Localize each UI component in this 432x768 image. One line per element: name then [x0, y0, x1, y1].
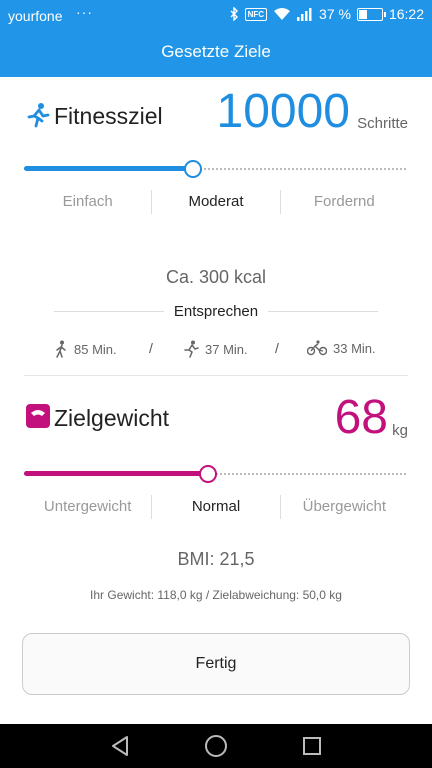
- recents-icon[interactable]: [297, 732, 327, 760]
- cycling-minutes: 33 Min.: [333, 340, 376, 356]
- carrier-name: yourfone: [8, 8, 63, 24]
- weight-slider-thumb[interactable]: [199, 465, 218, 483]
- section-divider: [24, 375, 408, 376]
- status-bar: yourfone ··· NFC 37 % 16:22: [0, 0, 432, 32]
- fitness-slider-thumb[interactable]: [183, 160, 202, 178]
- equivalent-heading: Entsprechen: [24, 300, 408, 322]
- navigation-bar: [0, 724, 432, 768]
- separator: /: [149, 340, 153, 356]
- fitness-goal-label: Fitnessziel: [54, 103, 163, 129]
- page-title: Gesetzte Ziele: [161, 42, 271, 61]
- scale-icon: [26, 404, 50, 428]
- clock: 16:22: [388, 6, 424, 22]
- weight-level-underweight[interactable]: Untergewicht: [24, 495, 151, 519]
- weight-goal-unit: kg: [392, 422, 408, 439]
- separator: /: [275, 340, 279, 356]
- fitness-slider-fill: [24, 166, 193, 171]
- battery-icon: [356, 7, 386, 21]
- weight-level-normal[interactable]: Normal: [151, 495, 279, 519]
- bluetooth-icon: [230, 7, 238, 21]
- running-icon: [27, 103, 50, 128]
- fitness-goal-unit: Schritte: [357, 115, 408, 132]
- activity-equivalents: 85 Min. / 37 Min. / 33 Min.: [0, 340, 432, 360]
- notification-dots: ···: [76, 4, 93, 20]
- weight-slider-fill: [24, 471, 209, 476]
- weight-goal-label: Zielgewicht: [54, 405, 170, 431]
- weight-info: Ihr Gewicht: 118,0 kg / Zielabweichung: …: [90, 588, 342, 602]
- fitness-level-easy[interactable]: Einfach: [24, 190, 151, 214]
- fitness-level-demanding[interactable]: Fordernd: [279, 190, 408, 214]
- walking-icon: [56, 340, 66, 358]
- home-icon[interactable]: [201, 732, 231, 760]
- wifi-icon: [274, 8, 291, 20]
- equivalent-label: Entsprechen: [173, 303, 259, 320]
- back-icon[interactable]: [105, 732, 135, 760]
- cycling-icon: [307, 340, 327, 356]
- bmi-value: BMI: 21,5: [177, 549, 255, 569]
- kcal-estimate: Ca. 300 kcal: [165, 267, 267, 287]
- nfc-icon: NFC: [244, 7, 268, 21]
- fitness-level-labels: Einfach Moderat Fordernd: [24, 190, 408, 214]
- weight-level-labels: Untergewicht Normal Übergewicht: [24, 495, 408, 519]
- fitness-level-moderate[interactable]: Moderat: [151, 190, 279, 214]
- battery-percent: 37 %: [319, 6, 351, 22]
- walking-minutes: 85 Min.: [74, 341, 117, 357]
- app-header: yourfone ··· NFC 37 % 16:22 Gesetzte Zie…: [0, 0, 432, 77]
- signal-icon: [297, 8, 312, 21]
- fitness-goal-value: 10000: [216, 85, 350, 138]
- done-button[interactable]: Fertig: [22, 633, 410, 695]
- weight-level-overweight[interactable]: Übergewicht: [279, 495, 408, 519]
- running-minutes: 37 Min.: [205, 341, 248, 357]
- weight-goal-value: 68: [334, 391, 388, 444]
- running-icon: [184, 340, 199, 358]
